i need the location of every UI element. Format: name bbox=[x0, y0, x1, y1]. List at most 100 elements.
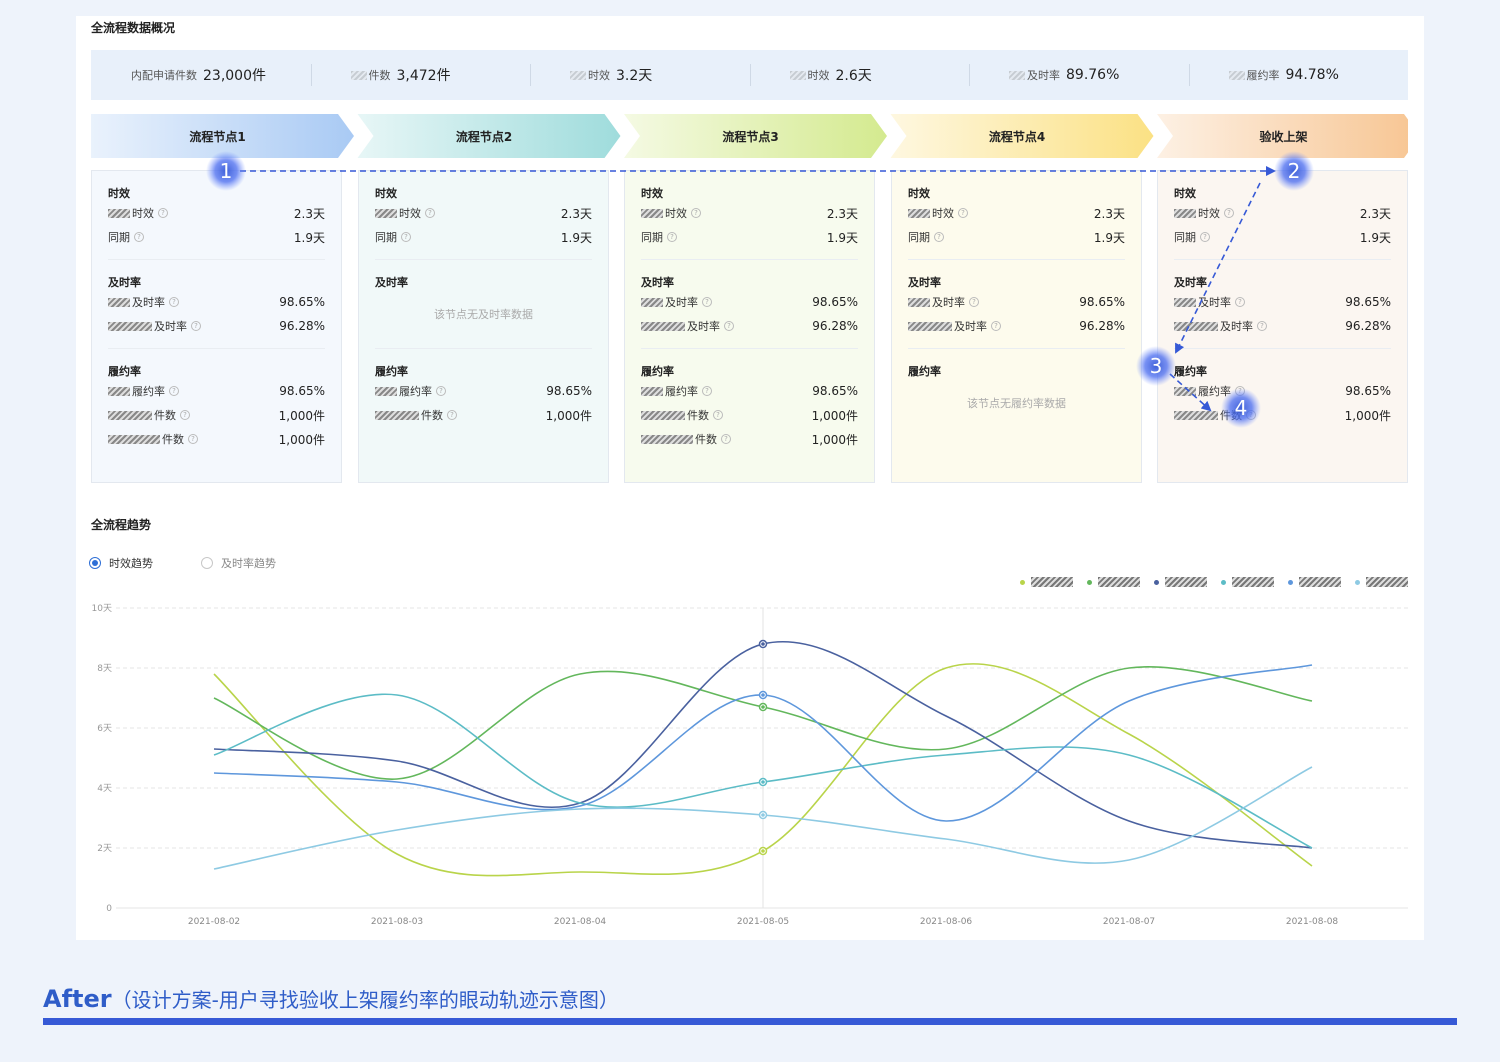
help-icon[interactable]: ? bbox=[702, 386, 712, 396]
fulfillment-rate-title: 履约率 bbox=[908, 365, 941, 378]
timeliness-row: 同期? 1.9天 bbox=[908, 225, 1125, 249]
metric-label-group: 履约率? bbox=[641, 383, 712, 399]
footer-subtitle: （设计方案-用户寻找验收上架履约率的眼动轨迹示意图） bbox=[111, 988, 619, 1012]
metric-value: 1.9天 bbox=[826, 230, 858, 245]
legend-item[interactable] bbox=[1154, 577, 1207, 587]
help-icon[interactable]: ? bbox=[1200, 232, 1210, 242]
legend-item[interactable] bbox=[1087, 577, 1140, 587]
help-icon[interactable]: ? bbox=[1257, 321, 1267, 331]
help-icon[interactable]: ? bbox=[724, 321, 734, 331]
help-icon[interactable]: ? bbox=[1235, 297, 1245, 307]
metric-label: 及时率 bbox=[1198, 296, 1231, 309]
overview-stat: 时效 2.6天 bbox=[749, 50, 970, 100]
help-icon[interactable]: ? bbox=[188, 434, 198, 444]
metric-label: 时效 bbox=[665, 207, 687, 220]
metric-value: 1.9天 bbox=[293, 230, 325, 245]
flow-step-label: 流程节点3 bbox=[722, 130, 779, 144]
metric-label: 时效 bbox=[1198, 207, 1220, 220]
masked-text bbox=[641, 208, 663, 218]
metric-label-group: 件数? bbox=[108, 407, 190, 423]
help-icon[interactable]: ? bbox=[713, 410, 723, 420]
stat-label: 时效 bbox=[588, 69, 610, 82]
radio-timeliness-trend[interactable] bbox=[89, 557, 101, 569]
masked-text bbox=[350, 70, 367, 80]
metric-label: 同期 bbox=[108, 231, 130, 244]
ontime-rate-row: 及时率? 98.65% bbox=[908, 290, 1125, 314]
help-icon[interactable]: ? bbox=[1224, 208, 1234, 218]
metric-value: 2.3天 bbox=[560, 206, 592, 221]
masked-text bbox=[1174, 386, 1196, 396]
overview-stats-bar: 内配申请件数 23,000件 件数 3,472件 时效 3.2天 时效 2.6天 及时率 89.7… bbox=[91, 50, 1408, 100]
help-icon[interactable]: ? bbox=[991, 321, 1001, 331]
metric-label-group: 时效? bbox=[908, 205, 968, 221]
metric-value: 98.65% bbox=[812, 384, 858, 398]
ontime-rate-row: 及时率? 96.28% bbox=[108, 314, 325, 338]
legend-dot bbox=[1020, 579, 1025, 585]
help-icon[interactable]: ? bbox=[1235, 386, 1245, 396]
help-icon[interactable]: ? bbox=[191, 321, 201, 331]
radio-timeliness-trend-label[interactable]: 时效趋势 bbox=[109, 555, 153, 571]
section-divider bbox=[641, 348, 858, 349]
help-icon[interactable]: ? bbox=[969, 297, 979, 307]
legend-item[interactable] bbox=[1355, 577, 1408, 587]
help-icon[interactable]: ? bbox=[691, 208, 701, 218]
help-icon[interactable]: ? bbox=[158, 208, 168, 218]
masked-text bbox=[789, 70, 806, 80]
metric-value: 96.28% bbox=[1079, 319, 1125, 333]
help-icon[interactable]: ? bbox=[169, 386, 179, 396]
help-icon[interactable]: ? bbox=[447, 410, 457, 420]
help-icon[interactable]: ? bbox=[401, 232, 411, 242]
metric-label-group: 件数? bbox=[641, 431, 731, 447]
fulfillment-rate-title: 履约率 bbox=[1174, 365, 1207, 378]
legend-dot bbox=[1154, 579, 1159, 585]
radio-ontime-trend[interactable] bbox=[201, 557, 213, 569]
metric-value: 1,000件 bbox=[545, 408, 592, 423]
help-icon[interactable]: ? bbox=[180, 410, 190, 420]
help-icon[interactable]: ? bbox=[169, 297, 179, 307]
legend-item[interactable] bbox=[1020, 577, 1073, 587]
y-tick-label: 4天 bbox=[97, 784, 112, 794]
legend-item[interactable] bbox=[1221, 577, 1274, 587]
legend-masked-name bbox=[1299, 577, 1341, 587]
help-icon[interactable]: ? bbox=[958, 208, 968, 218]
legend-item[interactable] bbox=[1288, 577, 1341, 587]
metric-value: 1,000件 bbox=[811, 408, 858, 423]
metric-label-group: 及时率? bbox=[1174, 318, 1267, 334]
ontime-rate-title: 及时率 bbox=[108, 276, 141, 289]
metric-label: 及时率 bbox=[154, 320, 187, 333]
help-icon[interactable]: ? bbox=[667, 232, 677, 242]
help-icon[interactable]: ? bbox=[425, 208, 435, 218]
fulfillment-rate-row: 件数? 1,000件 bbox=[375, 403, 592, 427]
metric-label-group: 及时率? bbox=[641, 318, 734, 334]
ontime-rate-title: 及时率 bbox=[641, 276, 674, 289]
timeliness-row: 同期? 1.9天 bbox=[1174, 225, 1391, 249]
timeliness-row: 同期? 1.9天 bbox=[108, 225, 325, 249]
metric-value: 96.28% bbox=[279, 319, 325, 333]
footer-title: After bbox=[43, 985, 112, 1013]
node-card: 时效 时效? 2.3天 同期? 1.9天 及时率 该节点无及时率数据 履约率 履约率? 98.65… bbox=[358, 170, 609, 483]
ontime-rate-row: 及时率? 98.65% bbox=[1174, 290, 1391, 314]
stat-label: 时效 bbox=[807, 69, 830, 82]
masked-text bbox=[641, 410, 685, 420]
metric-label: 履约率 bbox=[132, 385, 165, 398]
metric-value: 98.65% bbox=[546, 384, 592, 398]
metric-label-group: 时效? bbox=[108, 205, 168, 221]
metric-label: 同期 bbox=[375, 231, 397, 244]
help-icon[interactable]: ? bbox=[934, 232, 944, 242]
section-divider bbox=[1174, 259, 1391, 260]
legend-masked-name bbox=[1366, 577, 1408, 587]
help-icon[interactable]: ? bbox=[721, 434, 731, 444]
overview-title: 全流程数据概况 bbox=[91, 21, 176, 35]
fulfillment-rate-empty: 该节点无履约率数据 bbox=[967, 397, 1066, 410]
metric-value: 1.9天 bbox=[1093, 230, 1125, 245]
masked-text bbox=[1009, 70, 1025, 80]
help-icon[interactable]: ? bbox=[134, 232, 144, 242]
masked-text bbox=[108, 434, 160, 444]
y-tick-label: 6天 bbox=[97, 724, 112, 734]
help-icon[interactable]: ? bbox=[436, 386, 446, 396]
help-icon[interactable]: ? bbox=[702, 297, 712, 307]
help-icon[interactable]: ? bbox=[1246, 410, 1256, 420]
radio-ontime-trend-label[interactable]: 及时率趋势 bbox=[221, 555, 276, 571]
metric-label: 及时率 bbox=[954, 320, 987, 333]
x-tick-label: 2021-08-06 bbox=[920, 917, 973, 927]
